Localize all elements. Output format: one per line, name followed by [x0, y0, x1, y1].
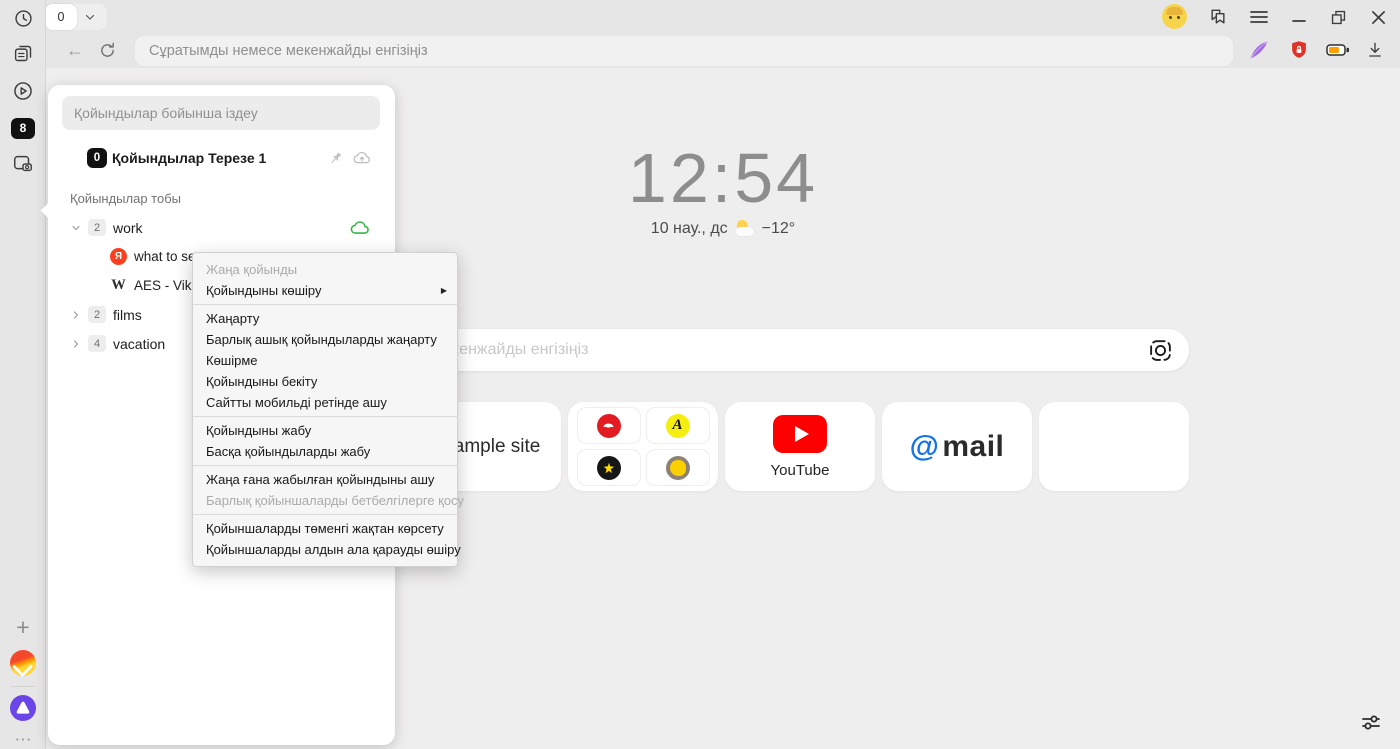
- group-label: films: [113, 307, 142, 323]
- tab-context-menu: Жаңа қойынды Қойындыны көшіру ▶ Жаңарту …: [192, 252, 458, 567]
- red-car-favicon[interactable]: [577, 407, 641, 444]
- reload-icon[interactable]: [93, 36, 121, 64]
- browser-window: 0 ←: [0, 0, 1400, 749]
- menu-item-bookmark-all: Барлық қойыншаларды бетбелгілерге қосу: [193, 490, 457, 511]
- yellow-a-favicon[interactable]: A: [646, 407, 710, 444]
- window-badge: 0: [87, 148, 107, 168]
- protect-shield-icon[interactable]: [1284, 35, 1314, 65]
- chevron-right-icon[interactable]: [68, 336, 84, 352]
- group-count-badge: 4: [88, 335, 106, 352]
- menu-item-disable-preview[interactable]: Қойыншаларды алдын ала қарауды өшіру: [193, 539, 457, 560]
- menu-hamburger-icon[interactable]: [1244, 3, 1274, 31]
- group-count-badge: 2: [88, 219, 106, 236]
- close-button[interactable]: [1363, 3, 1393, 31]
- tree-group-work[interactable]: 2 work: [48, 213, 395, 242]
- address-input[interactable]: [135, 36, 1233, 66]
- group-label: vacation: [113, 336, 165, 352]
- tab-groups-icon[interactable]: [0, 38, 46, 68]
- chevron-right-icon[interactable]: [68, 307, 84, 323]
- menu-separator: [193, 416, 457, 417]
- menu-item-open-mobile[interactable]: Сайтты мобильді ретінде ашу: [193, 392, 457, 413]
- tile-folder[interactable]: A: [568, 402, 718, 491]
- mail-ru-logo: @mail: [910, 430, 1005, 464]
- tabs-search-input[interactable]: [62, 96, 380, 130]
- menu-item-duplicate-tab[interactable]: Қойындыны көшіру ▶: [193, 280, 457, 301]
- weather-date: 10 нау., дс: [651, 220, 728, 238]
- sun-cloud-icon: [734, 220, 756, 238]
- synced-cloud-icon[interactable]: [349, 217, 371, 239]
- black-yellow-favicon[interactable]: [577, 449, 641, 486]
- youtube-logo: [773, 415, 827, 453]
- alice-assistant-icon[interactable]: [0, 693, 46, 723]
- group-label: work: [113, 220, 143, 236]
- tab-list-chevron-icon[interactable]: [84, 11, 96, 23]
- menu-item-close-others[interactable]: Басқа қойындыларды жабу: [193, 441, 457, 462]
- tile-youtube[interactable]: YouTube: [725, 402, 875, 491]
- chevron-down-icon[interactable]: [68, 220, 84, 236]
- window-title: Қойындылар Терезе 1: [112, 150, 266, 166]
- rail-divider: [11, 686, 35, 687]
- yandex-favicon: Я: [110, 248, 127, 265]
- submenu-arrow-icon: ▶: [441, 280, 447, 301]
- user-avatar[interactable]: [1162, 4, 1187, 29]
- group-count-badge: 2: [88, 306, 106, 323]
- battery-icon[interactable]: [1323, 35, 1353, 65]
- tab-count-label: 0: [58, 10, 65, 24]
- tab-counter-label: 8: [20, 121, 27, 135]
- address-row: ←: [0, 33, 1400, 68]
- browser-chrome: 0 ←: [0, 0, 1400, 68]
- tile-youtube-label: YouTube: [771, 462, 830, 479]
- menu-item-close-tab[interactable]: Қойындыны жабу: [193, 420, 457, 441]
- menu-separator: [193, 304, 457, 305]
- minimize-button[interactable]: [1284, 3, 1314, 31]
- image-search-camera-icon[interactable]: [1147, 337, 1173, 363]
- add-panel-plus-icon[interactable]: +: [0, 612, 46, 642]
- translate-pen-icon[interactable]: [1244, 35, 1274, 65]
- sidebar-rail: 8 + ⋯: [0, 0, 46, 749]
- window-row[interactable]: 0 Қойындылар Терезе 1: [48, 143, 395, 173]
- download-icon[interactable]: [1360, 35, 1390, 65]
- history-clock-icon[interactable]: [0, 3, 46, 33]
- menu-item-refresh-all[interactable]: Барлық ашық қойындыларды жаңарту: [193, 329, 457, 350]
- tile-empty[interactable]: [1039, 402, 1189, 491]
- tile-mail[interactable]: @mail: [882, 402, 1032, 491]
- groups-section-header: Қойындылар тобы: [70, 191, 181, 206]
- tab-strip-pill: 0: [45, 4, 107, 30]
- background-settings-icon[interactable]: [1358, 710, 1384, 736]
- play-media-icon[interactable]: [0, 76, 46, 106]
- rail-overflow-dots-icon[interactable]: ⋯: [0, 724, 46, 749]
- menu-item-show-tabs-bottom[interactable]: Қойыншаларды төменгі жақтан көрсету: [193, 518, 457, 539]
- tab-counter-button[interactable]: 8: [0, 113, 46, 143]
- yellow-blob-favicon[interactable]: [646, 449, 710, 486]
- folder-grid: A: [577, 407, 710, 486]
- newtab-clock: 12:54: [628, 138, 818, 218]
- yandex-mail-icon[interactable]: [0, 648, 46, 678]
- menu-separator: [193, 465, 457, 466]
- menu-item-new-tab: Жаңа қойынды: [193, 259, 457, 280]
- menu-separator: [193, 514, 457, 515]
- cloud-sync-icon[interactable]: [351, 147, 373, 169]
- pin-icon[interactable]: [324, 147, 346, 169]
- active-tab[interactable]: 0: [45, 4, 77, 30]
- weather-widget[interactable]: 10 нау., дс −12°: [651, 220, 795, 238]
- menu-item-copy[interactable]: Көшірме: [193, 350, 457, 371]
- restore-button[interactable]: [1323, 3, 1353, 31]
- weather-temp: −12°: [762, 220, 796, 238]
- menu-item-refresh[interactable]: Жаңарту: [193, 308, 457, 329]
- wikipedia-favicon: W: [110, 277, 127, 294]
- menu-item-pin-tab[interactable]: Қойындыны бекіту: [193, 371, 457, 392]
- collections-icon[interactable]: [1203, 3, 1233, 31]
- screenshot-icon[interactable]: [0, 149, 46, 179]
- back-icon[interactable]: ←: [61, 36, 89, 64]
- menu-item-reopen-closed[interactable]: Жаңа ғана жабылған қойындыны ашу: [193, 469, 457, 490]
